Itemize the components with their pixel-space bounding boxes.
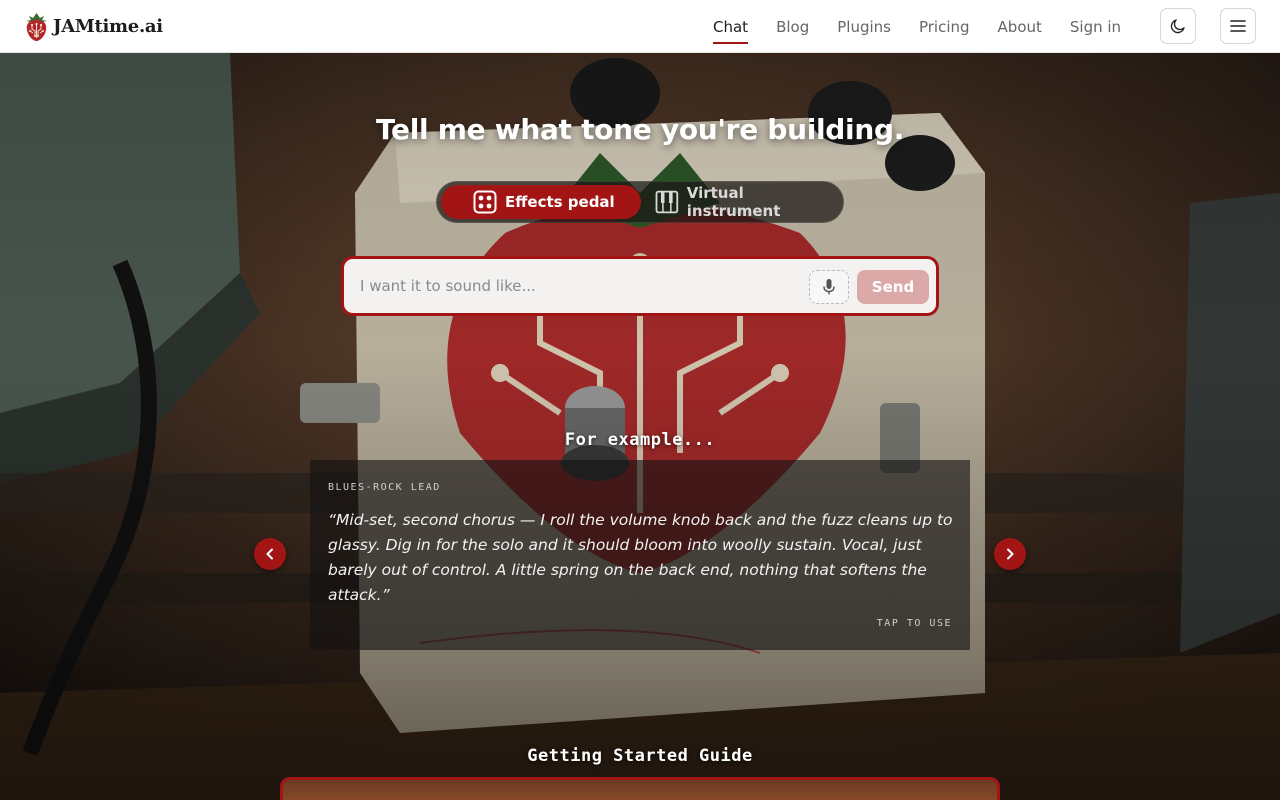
- send-button[interactable]: Send: [857, 270, 929, 304]
- example-card[interactable]: BLUES-ROCK LEAD “Mid-set, second chorus …: [310, 460, 970, 650]
- hero-section: Tell me what tone you're building. Effec…: [0, 53, 1280, 800]
- nav-item-plugins[interactable]: Plugins: [837, 0, 891, 53]
- carousel-next-button[interactable]: [994, 538, 1026, 570]
- carousel-prev-button[interactable]: [254, 538, 286, 570]
- moon-icon: [1170, 19, 1185, 34]
- strawberry-logo-icon: [26, 13, 47, 41]
- getting-started-heading: Getting Started Guide: [527, 746, 753, 766]
- example-quote: “Mid-set, second chorus — I roll the vol…: [328, 511, 953, 604]
- chevron-left-icon: [266, 548, 273, 560]
- mode-effects-pedal-label: Effects pedal: [505, 193, 615, 211]
- tone-prompt-input[interactable]: [360, 271, 800, 301]
- tone-prompt-box: Send: [341, 256, 939, 316]
- example-tag: BLUES-ROCK LEAD: [328, 482, 441, 493]
- piano-keys-icon: [655, 190, 679, 214]
- mode-switch: Effects pedal Virtual instrument: [436, 181, 844, 223]
- theme-toggle-button[interactable]: [1160, 8, 1196, 44]
- brand-link[interactable]: JAMtime.ai: [24, 11, 163, 42]
- pedal-knobs-icon: [473, 190, 497, 214]
- main-nav: Chat Blog Plugins Pricing About Sign in: [713, 0, 1149, 53]
- examples-heading: For example...: [564, 430, 716, 450]
- chevron-right-icon: [1007, 548, 1014, 560]
- getting-started-video-frame[interactable]: [280, 777, 1000, 800]
- mode-virtual-instrument[interactable]: Virtual instrument: [651, 184, 841, 220]
- microphone-icon: [823, 279, 835, 295]
- hero-headline: Tell me what tone you're building.: [375, 113, 905, 146]
- microphone-button[interactable]: [809, 270, 849, 304]
- tap-to-use-label: TAP TO USE: [876, 618, 952, 629]
- nav-item-sign-in[interactable]: Sign in: [1070, 0, 1121, 53]
- top-navigation-bar: JAMtime.ai Chat Blog Plugins Pricing Abo…: [0, 0, 1280, 53]
- nav-item-chat[interactable]: Chat: [713, 0, 749, 53]
- mode-virtual-instrument-label: Virtual instrument: [686, 184, 781, 220]
- menu-button[interactable]: [1220, 8, 1256, 44]
- nav-item-pricing[interactable]: Pricing: [919, 0, 970, 53]
- hamburger-menu-icon: [1230, 20, 1246, 32]
- brand-name: JAMtime.ai: [53, 16, 163, 37]
- mode-effects-pedal[interactable]: Effects pedal: [441, 185, 641, 219]
- nav-item-blog[interactable]: Blog: [776, 0, 809, 53]
- hero-overlay: [0, 53, 1280, 800]
- nav-item-about[interactable]: About: [998, 0, 1042, 53]
